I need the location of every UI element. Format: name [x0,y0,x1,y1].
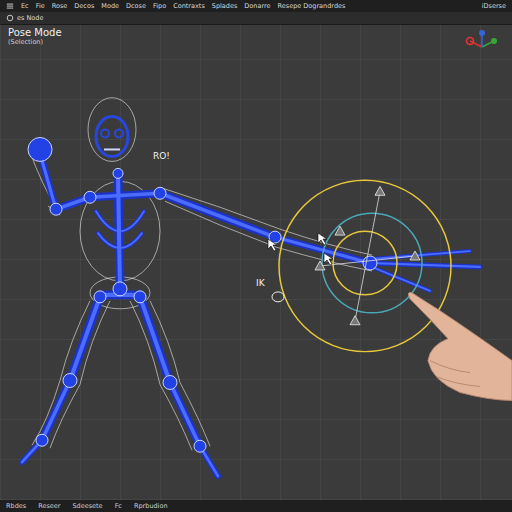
menu-item[interactable]: Fie [36,2,45,10]
armature-scene[interactable] [0,25,512,500]
menu-item[interactable]: Mode [101,2,119,10]
menu-item[interactable]: Splades [212,2,238,10]
menu-item[interactable]: Contraxts [173,2,205,10]
blender-window: Ec Fie Rose Decos Mode Dcose Fipo Contraxts Spla… [0,0,512,512]
viewport-title: Pose Mode(Selection) [8,27,62,46]
cursor-icon [268,233,333,265]
ik-gizmo[interactable] [272,180,451,351]
status-bar: Rbdes Reseer Sdeesete Fc Rprbudion [0,500,512,512]
menu-item[interactable]: Fipo [153,2,166,10]
status-item[interactable]: Rbdes [6,502,26,510]
menu-item[interactable]: Rose [52,2,68,10]
ik-label: IK [256,278,265,288]
wireframe-body [30,98,372,451]
menu-item[interactable]: Ec [21,2,29,10]
bones[interactable] [22,153,480,476]
status-item[interactable]: Sdeesete [72,502,102,510]
viewport[interactable]: Pose Mode(Selection) RO! IK [0,25,512,500]
hand-icon [408,292,512,400]
menu-item[interactable]: Donarre [244,2,270,10]
mode-selector[interactable]: es Node [6,14,43,22]
joints[interactable] [28,138,377,453]
selection-label: (Selection) [8,38,62,46]
mode-icon [6,14,14,22]
axis-gizmo-icon[interactable] [462,29,502,59]
status-item[interactable]: Reseer [38,502,60,510]
header-bar: es Node [0,12,512,25]
menu-item[interactable]: Decos [74,2,94,10]
menu-item[interactable]: Resepe Dograndrdes [278,2,346,10]
menu-icon[interactable] [6,2,14,10]
menu-bar: Ec Fie Rose Decos Mode Dcose Fipo Contraxts Spla… [0,0,512,12]
workspace-label[interactable]: iDserse [482,2,506,10]
status-item[interactable]: Fc [115,502,122,510]
status-item[interactable]: Rprbudion [134,502,168,510]
bone-label: RO! [153,151,170,161]
skull-icon [96,117,128,157]
mode-title: Pose Mode [8,27,62,38]
menu-item[interactable]: Dcose [126,2,146,10]
